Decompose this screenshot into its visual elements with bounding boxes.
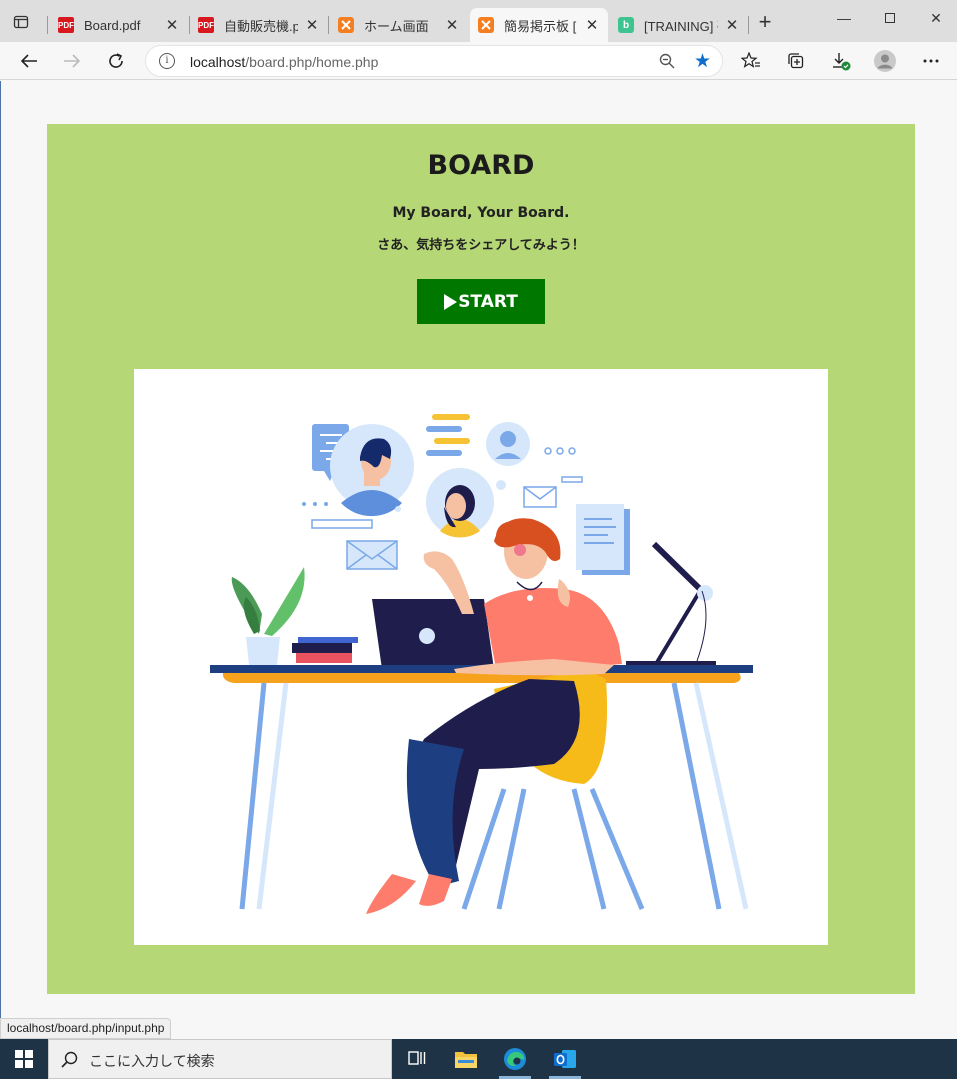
hero-illustration (134, 369, 828, 945)
tab-vending-pdf[interactable]: PDF 自動販売機.pd ✕ (190, 8, 328, 42)
task-view-icon[interactable] (393, 1039, 441, 1079)
board-card: BOARD My Board, Your Board. さあ、気持ちをシェアして… (47, 124, 915, 994)
outlook-icon[interactable] (541, 1039, 589, 1079)
tab-separator (328, 16, 329, 34)
tab-board-pdf[interactable]: PDF Board.pdf ✕ (50, 8, 188, 42)
pdf-icon: PDF (58, 17, 74, 33)
profile-avatar-icon[interactable] (871, 47, 899, 75)
close-icon[interactable]: ✕ (584, 16, 600, 34)
tab-simple-board[interactable]: 簡易掲示板 [ ✕ (470, 8, 608, 42)
taskbar-search-input[interactable]: ここに入力して検索 (48, 1039, 392, 1079)
tab-title: 簡易掲示板 [ (504, 18, 577, 34)
search-icon (61, 1051, 79, 1074)
close-icon[interactable]: ✕ (164, 16, 180, 34)
favorites-icon[interactable] (737, 47, 765, 75)
start-button-label: START (458, 291, 518, 312)
close-icon[interactable]: ✕ (304, 16, 320, 34)
address-url[interactable]: localhost/board.php/home.php (190, 54, 378, 70)
address-bar[interactable]: i localhost/board.php/home.php ★ (145, 45, 723, 77)
windows-start-icon[interactable] (0, 1039, 48, 1079)
tab-actions-icon[interactable] (8, 9, 34, 35)
tagline-jp: さあ、気持ちをシェアしてみよう！ (377, 238, 585, 253)
browser-toolbar: i localhost/board.php/home.php ★ (0, 42, 957, 80)
taskbar: ここに入力して検索 (0, 1039, 957, 1079)
tagline: My Board, Your Board. (392, 205, 570, 221)
play-icon (444, 293, 458, 310)
search-placeholder: ここに入力して検索 (89, 1053, 215, 1069)
edge-browser-icon[interactable] (491, 1039, 539, 1079)
start-button[interactable]: START (417, 279, 545, 324)
tab-home-screen[interactable]: ホーム画面 ✕ (330, 8, 468, 42)
xampp-icon (338, 17, 354, 33)
close-icon[interactable]: ✕ (444, 16, 460, 34)
minimize-button[interactable]: — (834, 10, 854, 26)
tab-separator (748, 16, 749, 34)
b-icon: b (618, 17, 634, 33)
tab-title: ホーム画面 (364, 18, 429, 34)
page-title: BOARD (427, 150, 535, 181)
downloads-icon[interactable] (827, 47, 855, 75)
tab-separator (47, 16, 48, 34)
maximize-button[interactable] (880, 10, 900, 26)
tab-training[interactable]: b [TRAINING] 研 ✕ (610, 8, 748, 42)
close-window-button[interactable]: ✕ (926, 10, 946, 27)
tab-title: 自動販売機.pd (224, 18, 298, 34)
refresh-icon[interactable] (102, 47, 130, 75)
xampp-icon (478, 17, 494, 33)
close-icon[interactable]: ✕ (724, 16, 740, 34)
favorite-star-icon[interactable]: ★ (694, 50, 711, 73)
status-bar-url: localhost/board.php/input.php (0, 1018, 172, 1039)
tab-title: [TRAINING] 研 (644, 18, 718, 34)
zoom-icon[interactable] (659, 53, 675, 74)
collections-icon[interactable] (782, 47, 810, 75)
site-info-icon[interactable]: i (159, 53, 175, 69)
back-arrow-icon[interactable] (15, 47, 43, 75)
more-menu-icon[interactable] (917, 47, 945, 75)
new-tab-button[interactable]: + (754, 11, 776, 34)
page-viewport: BOARD My Board, Your Board. さあ、気持ちをシェアして… (0, 81, 957, 1038)
pdf-icon: PDF (198, 17, 214, 33)
tab-title: Board.pdf (84, 17, 141, 33)
file-explorer-icon[interactable] (442, 1039, 490, 1079)
forward-arrow-icon[interactable] (58, 47, 86, 75)
tab-strip: PDF Board.pdf ✕ PDF 自動販売機.pd ✕ ホーム画面 ✕ 簡… (0, 0, 957, 42)
